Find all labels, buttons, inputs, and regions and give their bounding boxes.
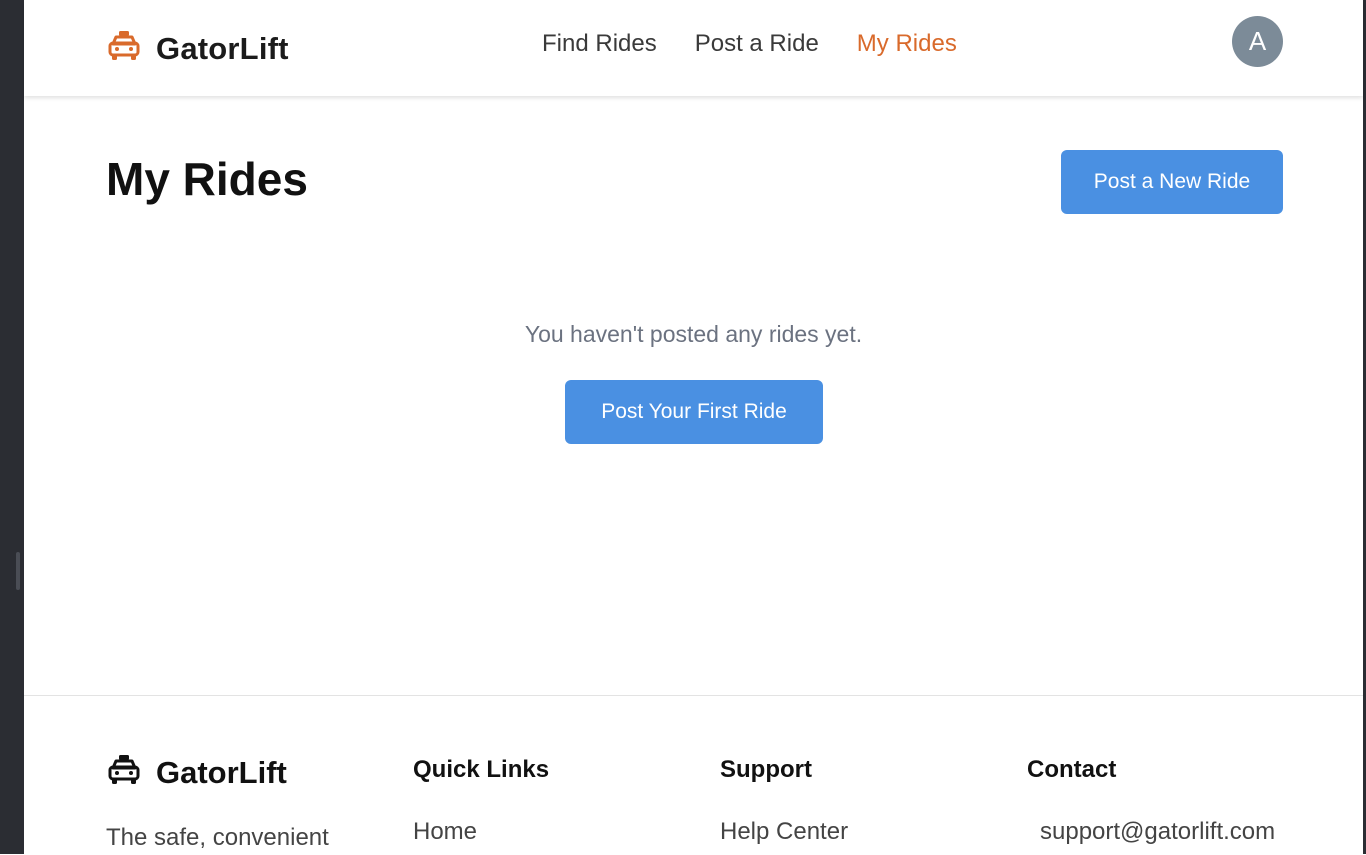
empty-state-message: You haven't posted any rides yet. (524, 321, 863, 347)
post-new-ride-button[interactable]: Post a New Ride (1061, 150, 1283, 214)
footer-contact: Contact support@gatorlift.com (1027, 756, 1275, 846)
top-header: GatorLift Find Rides Post a Ride My Ride… (24, 0, 1363, 96)
footer-link-help-center[interactable]: Help Center (720, 818, 848, 846)
footer-tagline: The safe, convenient (106, 824, 329, 851)
footer-brand-name: GatorLift (156, 754, 287, 790)
main-nav: Find Rides Post a Ride My Rides (542, 30, 957, 58)
page-title: My Rides (106, 153, 308, 205)
contact-heading: Contact (1027, 756, 1117, 783)
footer-brand: GatorLift (106, 752, 287, 793)
page: GatorLift Find Rides Post a Ride My Ride… (24, 0, 1363, 855)
resize-handle[interactable] (16, 552, 20, 590)
support-heading: Support (720, 756, 812, 783)
brand-logo-link[interactable]: GatorLift (106, 28, 289, 69)
nav-post-a-ride[interactable]: Post a Ride (695, 30, 819, 58)
footer: GatorLift The safe, convenient Quick Lin… (24, 695, 1363, 855)
footer-support: Support Help Center (720, 756, 848, 846)
user-avatar[interactable]: A (1232, 16, 1283, 67)
nav-my-rides[interactable]: My Rides (857, 30, 957, 58)
post-first-ride-button[interactable]: Post Your First Ride (565, 380, 823, 444)
footer-quick-links: Quick Links Home (413, 756, 549, 846)
quick-links-heading: Quick Links (413, 756, 550, 783)
taxi-icon (106, 752, 142, 793)
left-window-strip (0, 0, 24, 854)
footer-link-home[interactable]: Home (413, 818, 549, 846)
brand-name: GatorLift (156, 30, 289, 66)
footer-link-support-email[interactable]: support@gatorlift.com (1040, 818, 1275, 846)
nav-find-rides[interactable]: Find Rides (542, 30, 657, 58)
taxi-icon (106, 28, 142, 69)
